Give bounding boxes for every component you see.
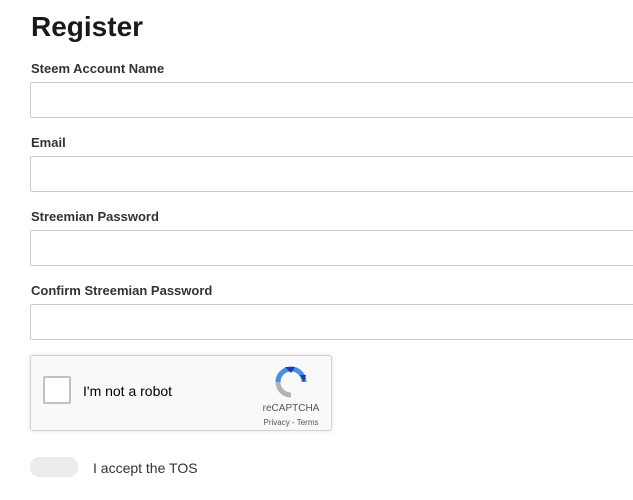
register-page: Register Steem Account Name Email Streem… — [30, 0, 633, 500]
tos-toggle[interactable] — [30, 457, 78, 477]
page-title: Register — [31, 11, 144, 42]
confirm-password-label: Confirm Streemian Password — [31, 283, 213, 298]
recaptcha-checkbox[interactable] — [43, 376, 71, 404]
recaptcha-privacy-link[interactable]: Privacy — [264, 418, 290, 427]
recaptcha-label: I'm not a robot — [83, 383, 173, 399]
recaptcha-widget: I'm not a robot reCAPTCHA Privacy - Term… — [30, 355, 332, 431]
recaptcha-logo-icon — [275, 366, 307, 398]
recaptcha-links: Privacy - Terms — [251, 418, 331, 428]
email-label: Email — [31, 135, 66, 150]
email-input[interactable] — [30, 156, 633, 192]
recaptcha-brand: reCAPTCHA — [262, 403, 320, 414]
recaptcha-terms-link[interactable]: Terms — [297, 418, 319, 427]
password-input[interactable] — [30, 230, 633, 266]
confirm-password-input[interactable] — [30, 304, 633, 340]
account-name-input[interactable] — [30, 82, 633, 118]
password-label: Streemian Password — [31, 209, 159, 224]
recaptcha-link-separator: - — [289, 418, 297, 427]
account-name-label: Steem Account Name — [31, 61, 165, 76]
tos-label: I accept the TOS — [93, 460, 198, 476]
